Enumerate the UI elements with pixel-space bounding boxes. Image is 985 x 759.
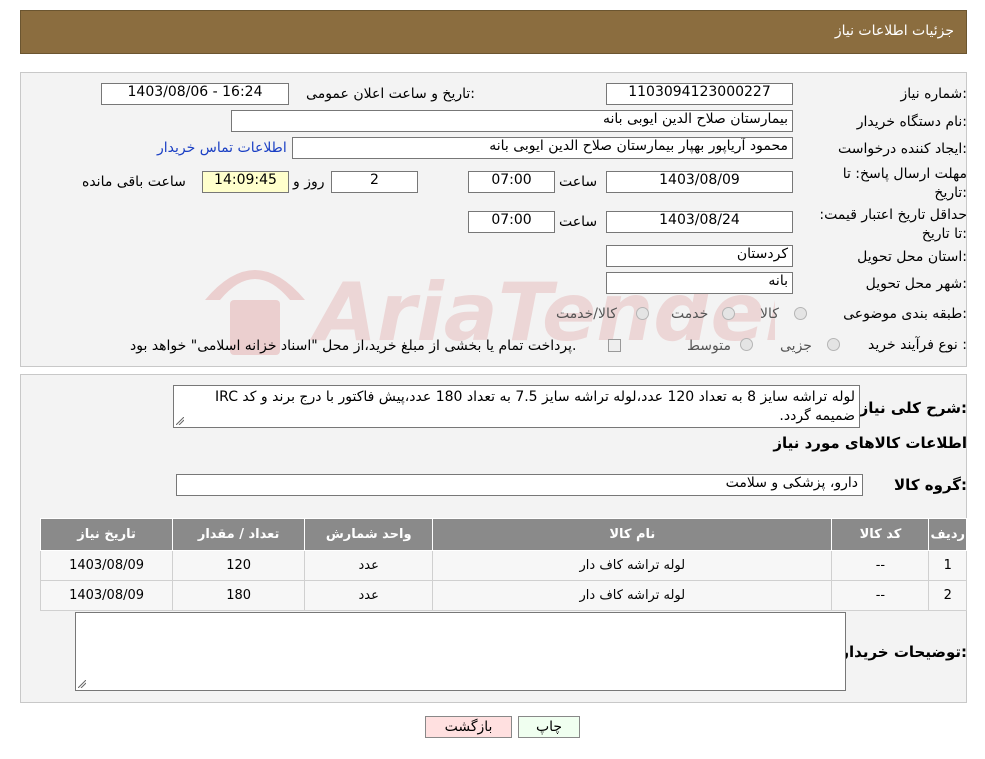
goods-group-field: دارو، پزشکی و سلامت — [176, 474, 863, 496]
process-minor-label: جزیی — [780, 338, 812, 354]
buyer-notes-label: توضیحات خریدار: — [840, 643, 967, 661]
quantity-cell: 120 — [172, 550, 306, 581]
category-goods-label: کالا — [760, 306, 779, 322]
col-unit-header: واحد شمارش — [304, 518, 434, 551]
unit-cell: عدد — [304, 550, 434, 581]
category-service-label: خدمت — [671, 306, 709, 322]
col-row-header: ردیف — [928, 518, 967, 551]
price-validity-date-field: 1403/08/24 — [606, 211, 793, 233]
announce-date-label: تاریخ و ساعت اعلان عمومی: — [306, 86, 475, 102]
deadline-label: مهلت ارسال پاسخ: تا تاریخ: — [842, 166, 967, 201]
process-medium-radio[interactable] — [740, 338, 753, 351]
buyer-contact-link[interactable]: اطلاعات تماس خریدار — [157, 140, 287, 156]
goods-code-cell: -- — [831, 580, 930, 611]
table-row: 2 -- لوله تراشه کاف دار عدد 180 1403/08/… — [39, 580, 967, 611]
buyer-org-label: نام دستگاه خریدار: — [856, 114, 967, 130]
goods-table-wrapper: ردیف کد کالا نام کالا واحد شمارش تعداد /… — [39, 518, 967, 611]
goods-group-label: گروه کالا: — [894, 476, 967, 494]
treasury-note: پرداخت تمام یا بخشی از مبلغ خرید،از محل … — [130, 338, 577, 354]
price-validity-time-label: ساعت — [559, 214, 598, 230]
goods-name-cell: لوله تراشه کاف دار — [432, 550, 833, 581]
province-label: استان محل تحویل: — [857, 249, 967, 265]
deadline-date-field: 1403/08/09 — [606, 171, 793, 193]
creator-label: ایجاد کننده درخواست: — [838, 141, 967, 157]
goods-name-cell: لوله تراشه کاف دار — [432, 580, 833, 611]
resize-grip-icon[interactable] — [78, 680, 86, 688]
description-label: شرح کلی نیاز: — [859, 399, 967, 417]
city-label: شهر محل تحویل: — [865, 276, 967, 292]
days-field: 2 — [331, 171, 418, 193]
category-label: طبقه بندی موضوعی: — [843, 306, 967, 322]
creator-field: محمود آریاپور بهپار بیمارستان صلاح الدین… — [292, 137, 793, 159]
category-goods-radio[interactable] — [794, 307, 807, 320]
need-date-cell: 1403/08/09 — [39, 550, 174, 581]
category-goods-service-label: کالا/خدمت — [556, 306, 617, 322]
announce-date-field: 1403/08/06 - 16:24 — [101, 83, 289, 105]
buyer-notes-field — [75, 612, 846, 691]
page-header: جزئیات اطلاعات نیاز — [20, 10, 967, 54]
buyer-org-field: بیمارستان صلاح الدین ایوبی بانه — [231, 110, 793, 132]
print-button[interactable]: چاپ — [518, 716, 580, 738]
table-row: 1 -- لوله تراشه کاف دار عدد 120 1403/08/… — [39, 550, 967, 581]
treasury-checkbox[interactable] — [608, 339, 621, 352]
col-code-header: کد کالا — [831, 518, 930, 551]
deadline-time-field: 07:00 — [468, 171, 555, 193]
deadline-time-label: ساعت — [559, 174, 598, 190]
need-date-cell: 1403/08/09 — [39, 580, 174, 611]
goods-code-cell: -- — [831, 550, 930, 581]
quantity-cell: 180 — [172, 580, 306, 611]
resize-grip-icon[interactable] — [176, 417, 184, 425]
days-label: روز و — [293, 174, 325, 190]
remaining-time-label: ساعت باقی مانده — [82, 174, 186, 190]
goods-info-title: اطلاعات کالاهای مورد نیاز — [773, 434, 967, 452]
category-service-radio[interactable] — [722, 307, 735, 320]
price-validity-time-field: 07:00 — [468, 211, 555, 233]
need-number-label: شماره نیاز: — [900, 86, 967, 102]
province-field: کردستان — [606, 245, 793, 267]
purchase-process-label: نوع فرآیند خرید : — [868, 337, 967, 353]
category-goods-service-radio[interactable] — [636, 307, 649, 320]
goods-table: ردیف کد کالا نام کالا واحد شمارش تعداد /… — [39, 518, 967, 611]
col-qty-header: تعداد / مقدار — [172, 518, 306, 551]
col-name-header: نام کالا — [432, 518, 833, 551]
description-field: لوله تراشه سایز 8 به تعداد 120 عدد،لوله … — [173, 385, 860, 428]
process-medium-label: متوسط — [687, 338, 731, 354]
row-number-cell: 2 — [928, 580, 967, 611]
city-field: بانه — [606, 272, 793, 294]
process-minor-radio[interactable] — [827, 338, 840, 351]
remaining-time-field: 14:09:45 — [202, 171, 289, 193]
row-number-cell: 1 — [928, 550, 967, 581]
price-validity-label: حداقل تاریخ اعتبار قیمت: تا تاریخ: — [819, 207, 967, 242]
need-number-field: 1103094123000227 — [606, 83, 793, 105]
unit-cell: عدد — [304, 580, 434, 611]
description-text: لوله تراشه سایز 8 به تعداد 120 عدد،لوله … — [215, 389, 855, 424]
goods-table-header: ردیف کد کالا نام کالا واحد شمارش تعداد /… — [39, 518, 967, 551]
col-date-header: تاریخ نیاز — [39, 518, 174, 551]
back-button[interactable]: بازگشت — [425, 716, 512, 738]
page-title: جزئیات اطلاعات نیاز — [834, 23, 954, 39]
